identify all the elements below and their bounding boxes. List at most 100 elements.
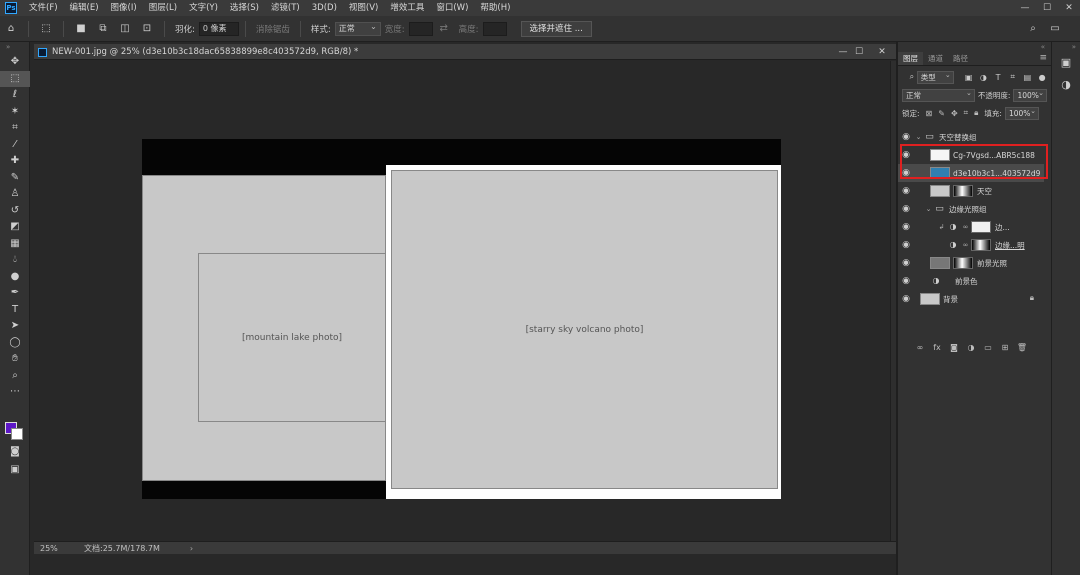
crop-tool-icon[interactable]: ⌗ (0, 120, 30, 137)
panel-menu-icon[interactable]: ≡ (1039, 53, 1047, 63)
hand-tool-icon[interactable]: ✋︎ (0, 351, 30, 368)
new-group-icon[interactable]: ▭ (980, 343, 997, 352)
menu-file[interactable]: 文件(F) (23, 0, 64, 16)
new-selection-icon[interactable]: ■ (73, 21, 89, 37)
quick-mask-icon[interactable]: ◙ (0, 444, 30, 461)
lock-image-icon[interactable]: ✎ (938, 109, 945, 118)
visibility-eye-icon[interactable]: ◉ (898, 186, 914, 196)
fill-input[interactable]: 100% (1004, 106, 1039, 120)
swap-icon[interactable]: ⇄ (436, 21, 452, 37)
status-menu-icon[interactable]: › (190, 544, 193, 553)
type-tool-icon[interactable]: T (0, 302, 30, 319)
visibility-eye-icon[interactable]: ◉ (898, 240, 914, 250)
antialias-checkbox[interactable]: 消除锯齿 (256, 23, 290, 35)
smart-object-filter-icon[interactable]: ▤ (1023, 73, 1033, 82)
menu-edit[interactable]: 编辑(E) (64, 0, 105, 16)
canvas-area[interactable]: [tree branches collage] [mountain lake p… (34, 61, 890, 543)
feather-input[interactable]: 0 像素 (198, 21, 239, 36)
marquee-tool-preset-icon[interactable]: ⬚ (38, 21, 54, 37)
layer-background[interactable]: ◉ 背景 🔒︎ (898, 290, 1044, 308)
adjustments-panel-icon[interactable]: ◑ (1052, 74, 1080, 96)
tab-layers[interactable]: 图层 (898, 52, 923, 65)
pen-tool-icon[interactable]: ✒ (0, 285, 30, 302)
visibility-eye-icon[interactable]: ◉ (898, 222, 914, 232)
shape-filter-icon[interactable]: ⌗ (1008, 72, 1018, 82)
style-select[interactable]: 正常 (334, 21, 381, 36)
menu-filter[interactable]: 滤镜(T) (265, 0, 306, 16)
layer-kind-select[interactable]: 类型 (916, 70, 954, 84)
filter-toggle-icon[interactable]: ● (1037, 73, 1047, 82)
maximize-button[interactable]: ☐ (1036, 0, 1058, 16)
properties-panel-icon[interactable]: ▣ (1052, 52, 1080, 74)
lock-transparent-icon[interactable]: ⊠ (926, 109, 933, 118)
history-brush-tool-icon[interactable]: ↺ (0, 203, 30, 220)
healing-brush-tool-icon[interactable]: ✚ (0, 153, 30, 170)
magic-wand-tool-icon[interactable]: ✶ (0, 104, 30, 121)
subtract-selection-icon[interactable]: ◫ (117, 21, 133, 37)
new-adjustment-icon[interactable]: ◑ (963, 343, 980, 352)
lock-artboard-icon[interactable]: ⌗ (964, 108, 969, 118)
menu-help[interactable]: 帮助(H) (474, 0, 516, 16)
lock-position-icon[interactable]: ✥ (951, 109, 958, 118)
panel-collapse-icon[interactable]: « (898, 42, 1051, 52)
eraser-tool-icon[interactable]: ◩ (0, 219, 30, 236)
clone-stamp-tool-icon[interactable]: ♙ (0, 186, 30, 203)
search-icon[interactable]: ⌕ (1025, 21, 1041, 37)
blur-tool-icon[interactable]: 💧︎ (0, 252, 30, 269)
layer-style-icon[interactable]: fx (929, 343, 946, 352)
layer-edge-adjust-1[interactable]: ◉ ↲ ◑ ∞ 边... (898, 218, 1044, 236)
screen-mode-icon[interactable]: ▣ (0, 462, 30, 479)
workspace-icon[interactable]: ▭ (1047, 21, 1063, 37)
link-layers-icon[interactable]: ∞ (912, 343, 929, 352)
select-and-mask-button[interactable]: 选择并遮住 ... (520, 20, 592, 37)
menu-select[interactable]: 选择(S) (224, 0, 265, 16)
doc-minimize-button[interactable]: — (836, 44, 850, 60)
more-tools-icon[interactable]: ⋯ (0, 384, 30, 401)
menu-view[interactable]: 视图(V) (343, 0, 384, 16)
menu-image[interactable]: 图像(I) (105, 0, 143, 16)
visibility-eye-icon[interactable]: ◉ (898, 132, 914, 142)
menu-layer[interactable]: 图层(L) (143, 0, 183, 16)
minimize-button[interactable]: — (1014, 0, 1036, 16)
height-input[interactable] (482, 21, 507, 36)
layer-foreground-color[interactable]: ◉ ◑ 前景色 (898, 272, 1044, 290)
document-tab[interactable]: NEW-001.jpg @ 25% (d3e10b3c18dac65838899… (34, 44, 896, 60)
home-icon[interactable]: ⌂ (3, 21, 19, 37)
menu-type[interactable]: 文字(Y) (183, 0, 224, 16)
rectangular-marquee-tool-icon[interactable]: ⬚ (0, 70, 30, 87)
width-input[interactable] (408, 21, 433, 36)
menu-3d[interactable]: 3D(D) (306, 0, 343, 16)
lock-all-icon[interactable]: 🔒︎ (974, 108, 978, 118)
brush-tool-icon[interactable]: ✎ (0, 170, 30, 187)
lasso-tool-icon[interactable]: ℓ (0, 87, 30, 104)
doc-close-button[interactable]: ✕ (875, 44, 889, 60)
visibility-eye-icon[interactable]: ◉ (898, 258, 914, 268)
layer-foreground-light[interactable]: ◉ 前景光照 (898, 254, 1044, 272)
visibility-eye-icon[interactable]: ◉ (898, 294, 914, 304)
layer-edge-adjust-2[interactable]: ◉ ◑ ∞ 边缘...明 (898, 236, 1044, 254)
tab-paths[interactable]: 路径 (948, 52, 973, 65)
menu-plugins[interactable]: 增效工具 (384, 0, 430, 16)
dodge-tool-icon[interactable]: ● (0, 269, 30, 286)
collapse-icon[interactable]: » (0, 42, 29, 54)
adjustment-filter-icon[interactable]: ◑ (979, 73, 989, 82)
add-mask-icon[interactable]: ◙ (946, 343, 963, 352)
opacity-input[interactable]: 100% (1013, 88, 1047, 102)
doc-maximize-button[interactable]: ☐ (852, 44, 866, 60)
menu-window[interactable]: 窗口(W) (430, 0, 474, 16)
type-filter-icon[interactable]: T (993, 73, 1003, 82)
zoom-tool-icon[interactable]: ⌕ (0, 368, 30, 385)
artboard[interactable]: [tree branches collage] [mountain lake p… (142, 139, 781, 499)
eyedropper-tool-icon[interactable]: ⁄ (0, 137, 30, 154)
move-tool-icon[interactable]: ✥ (0, 54, 30, 71)
delete-layer-icon[interactable]: 🗑︎ (1014, 343, 1031, 352)
layer-sky[interactable]: ◉ 天空 (898, 182, 1044, 200)
dock-collapse-icon[interactable]: » (1052, 42, 1080, 52)
gradient-tool-icon[interactable]: ▦ (0, 236, 30, 253)
tab-channels[interactable]: 通道 (923, 52, 948, 65)
pixel-filter-icon[interactable]: ▣ (964, 73, 974, 82)
path-selection-tool-icon[interactable]: ➤ (0, 318, 30, 335)
visibility-eye-icon[interactable]: ◉ (898, 204, 914, 214)
zoom-level[interactable]: 25% (34, 544, 74, 553)
blend-mode-select[interactable]: 正常 (902, 88, 975, 102)
